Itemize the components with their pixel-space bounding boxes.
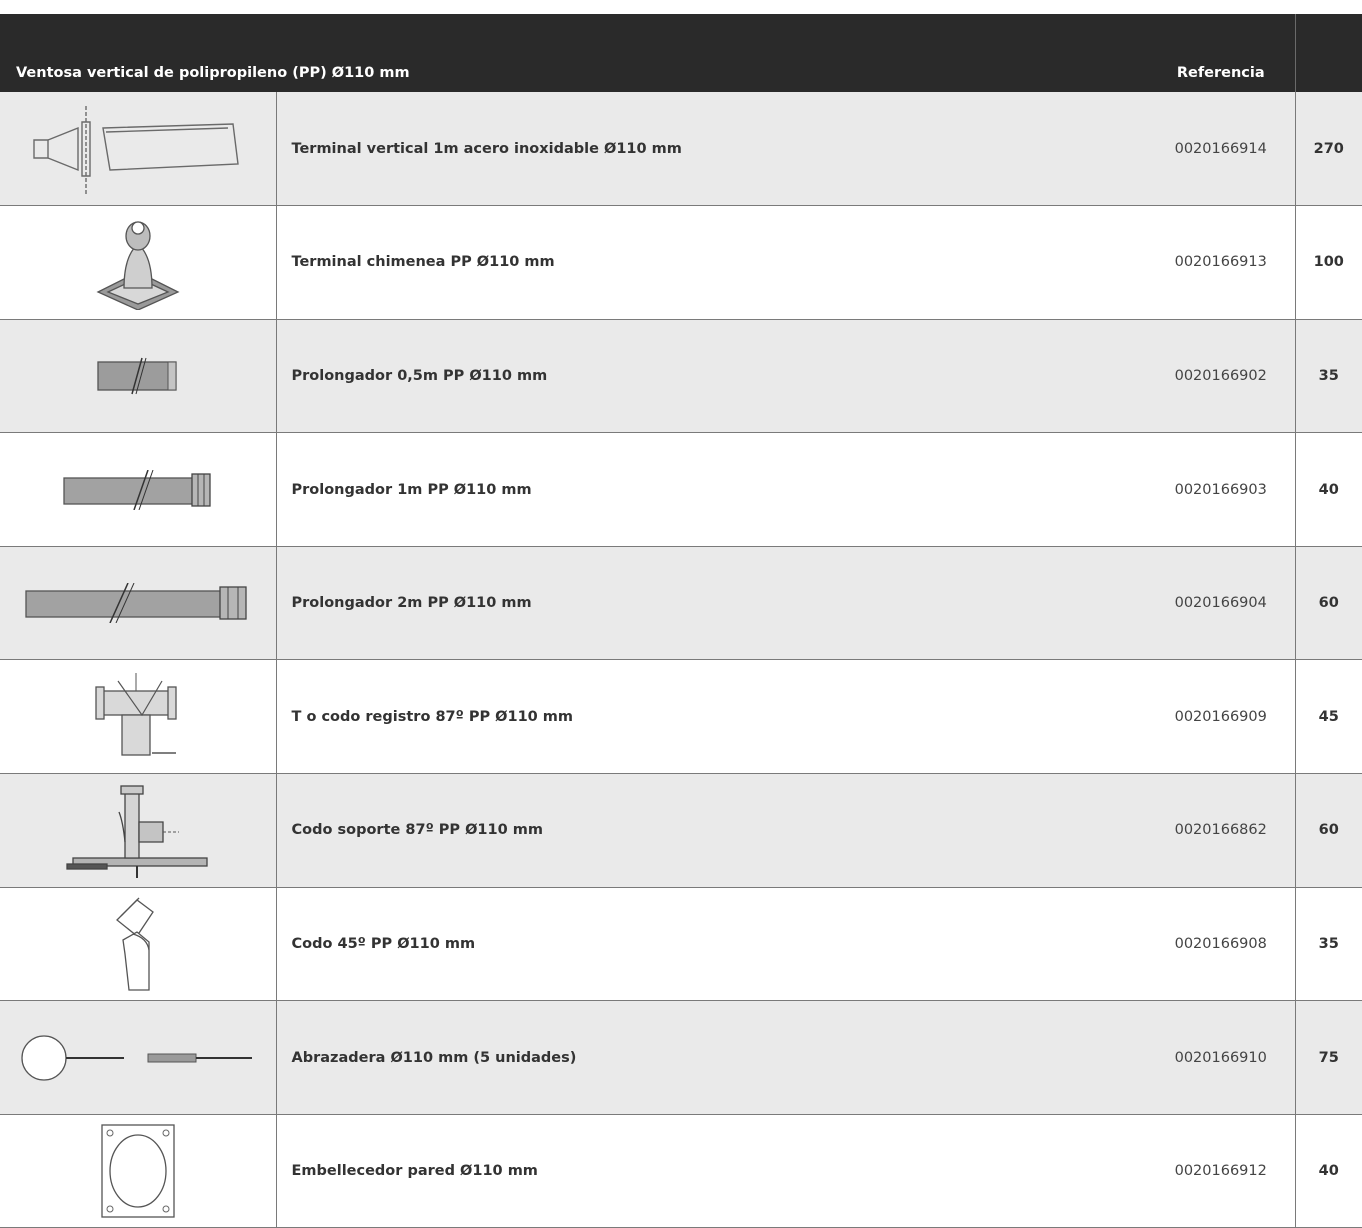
- row-description: T o codo registro 87º PP Ø110 mm: [276, 659, 1147, 775]
- row-reference: 0020166862: [1147, 773, 1295, 888]
- header-product: Ventosa vertical de polipropileno (PP) Ø…: [0, 14, 1147, 92]
- product-image-cell: [0, 773, 277, 888]
- row-reference: 0020166908: [1147, 887, 1295, 1002]
- table-row: Codo soporte 87º PP Ø110 mm 0020166862 6…: [0, 773, 1362, 888]
- product-image-cell: [0, 659, 277, 775]
- row-reference: 0020166904: [1147, 546, 1295, 661]
- row-price: 100: [1294, 205, 1362, 320]
- row-price: 45: [1294, 659, 1362, 775]
- table-row: Codo 45º PP Ø110 mm 0020166908 35: [0, 887, 1362, 1002]
- row-description: Prolongador 1m PP Ø110 mm: [276, 432, 1147, 547]
- table-row: Terminal chimenea PP Ø110 mm 0020166913 …: [0, 205, 1362, 320]
- header-reference: Referencia: [1147, 14, 1295, 92]
- row-description: Embellecedor pared Ø110 mm: [276, 1114, 1147, 1228]
- header-price: [1294, 14, 1362, 92]
- table-row: Abrazadera Ø110 mm (5 unidades) 00201669…: [0, 1000, 1362, 1115]
- row-description: Prolongador 2m PP Ø110 mm: [276, 546, 1147, 661]
- product-image-cell: [0, 92, 277, 207]
- row-price: 270: [1294, 92, 1362, 207]
- pipe-extension-short-icon: [97, 357, 177, 395]
- product-image-cell: [0, 1000, 277, 1115]
- support-elbow-icon: [66, 785, 208, 879]
- row-reference: 0020166913: [1147, 205, 1295, 320]
- accessories-table: Ventosa vertical de polipropileno (PP) Ø…: [0, 14, 1362, 1228]
- row-reference: 0020166912: [1147, 1114, 1295, 1228]
- table-row: Prolongador 1m PP Ø110 mm 0020166903 40: [0, 432, 1362, 547]
- table-row: Embellecedor pared Ø110 mm 0020166912 40: [0, 1114, 1362, 1228]
- row-reference: 0020166902: [1147, 319, 1295, 434]
- product-image-cell: [0, 1114, 277, 1228]
- product-image-cell: [0, 319, 277, 434]
- row-price: 75: [1294, 1000, 1362, 1115]
- row-price: 35: [1294, 887, 1362, 1002]
- row-price: 60: [1294, 546, 1362, 661]
- pipe-extension-1m-icon: [63, 469, 211, 510]
- product-image-cell: [0, 432, 277, 547]
- product-image-cell: [0, 887, 277, 1002]
- clipped-heading: [0, 0, 1362, 14]
- elbow-45-icon: [115, 897, 154, 991]
- table-row: Prolongador 2m PP Ø110 mm 0020166904 60: [0, 546, 1362, 661]
- row-reference: 0020166914: [1147, 92, 1295, 207]
- row-description: Codo soporte 87º PP Ø110 mm: [276, 773, 1147, 888]
- wall-trim-icon: [101, 1124, 175, 1218]
- row-description: Codo 45º PP Ø110 mm: [276, 887, 1147, 1002]
- row-price: 35: [1294, 319, 1362, 434]
- terminal-vertical-icon: [33, 105, 239, 194]
- row-reference: 0020166909: [1147, 659, 1295, 775]
- pipe-extension-2m-icon: [25, 583, 247, 624]
- product-image-cell: [0, 205, 277, 320]
- table-row: Prolongador 0,5m PP Ø110 mm 0020166902 3…: [0, 319, 1362, 434]
- table-header: Ventosa vertical de polipropileno (PP) Ø…: [0, 14, 1362, 92]
- row-price: 40: [1294, 432, 1362, 547]
- row-price: 60: [1294, 773, 1362, 888]
- product-image-cell: [0, 546, 277, 661]
- row-reference: 0020166910: [1147, 1000, 1295, 1115]
- chimney-terminal-icon: [96, 221, 180, 311]
- table-row: T o codo registro 87º PP Ø110 mm 0020166…: [0, 659, 1362, 775]
- row-price: 40: [1294, 1114, 1362, 1228]
- row-description: Terminal vertical 1m acero inoxidable Ø1…: [276, 92, 1147, 207]
- row-description: Terminal chimenea PP Ø110 mm: [276, 205, 1147, 320]
- tee-elbow-icon: [95, 672, 177, 756]
- clamp-icon: [21, 1034, 252, 1081]
- row-description: Prolongador 0,5m PP Ø110 mm: [276, 319, 1147, 434]
- row-reference: 0020166903: [1147, 432, 1295, 547]
- table-row: Terminal vertical 1m acero inoxidable Ø1…: [0, 92, 1362, 207]
- row-description: Abrazadera Ø110 mm (5 unidades): [276, 1000, 1147, 1115]
